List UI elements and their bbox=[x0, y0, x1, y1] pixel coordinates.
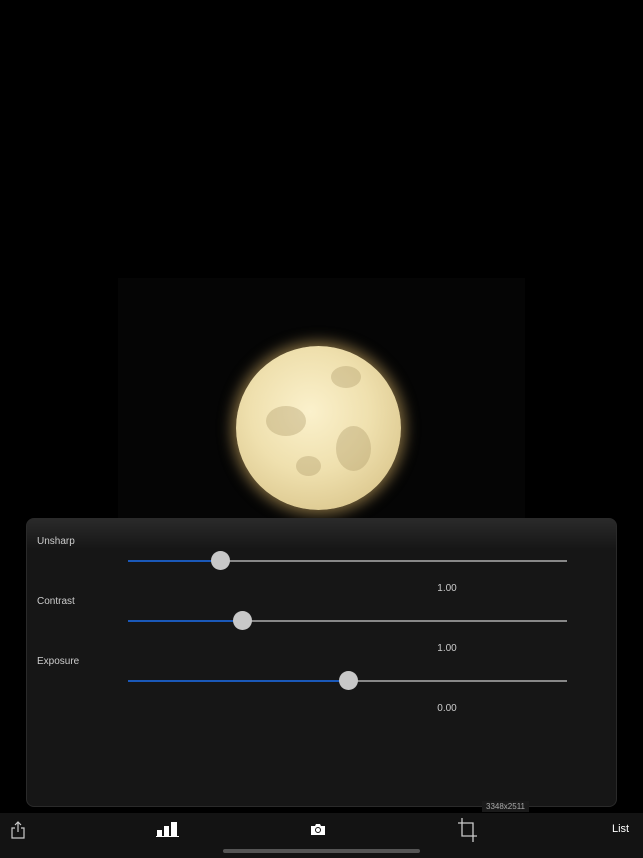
contrast-label: Contrast bbox=[37, 596, 75, 607]
histogram-icon bbox=[156, 822, 179, 837]
share-icon bbox=[11, 821, 25, 839]
slider-thumb[interactable] bbox=[211, 551, 231, 570]
camera-icon bbox=[311, 824, 325, 835]
home-indicator bbox=[223, 849, 420, 853]
unsharp-label: Unsharp bbox=[37, 536, 75, 547]
camera-button[interactable] bbox=[310, 823, 326, 841]
crop-button[interactable] bbox=[458, 818, 478, 847]
slider-thumb[interactable] bbox=[338, 671, 358, 690]
slider-thumb[interactable] bbox=[233, 611, 253, 630]
exposure-value: 0.00 bbox=[437, 703, 457, 714]
unsharp-slider[interactable] bbox=[128, 551, 567, 570]
exposure-slider[interactable] bbox=[128, 671, 567, 690]
share-button[interactable] bbox=[11, 821, 25, 844]
unsharp-value: 1.00 bbox=[437, 583, 457, 594]
contrast-slider[interactable] bbox=[128, 611, 567, 630]
adjustments-panel: Unsharp 1.00 Contrast 1.00 Exposure 0.00 bbox=[26, 518, 617, 807]
contrast-value: 1.00 bbox=[437, 643, 457, 654]
exposure-label: Exposure bbox=[37, 656, 80, 667]
moon-image bbox=[236, 346, 401, 510]
histogram-button[interactable] bbox=[156, 821, 180, 842]
crop-icon bbox=[458, 818, 477, 842]
image-dimensions: 3348x2511 bbox=[482, 801, 529, 812]
list-button[interactable]: List bbox=[612, 823, 629, 835]
